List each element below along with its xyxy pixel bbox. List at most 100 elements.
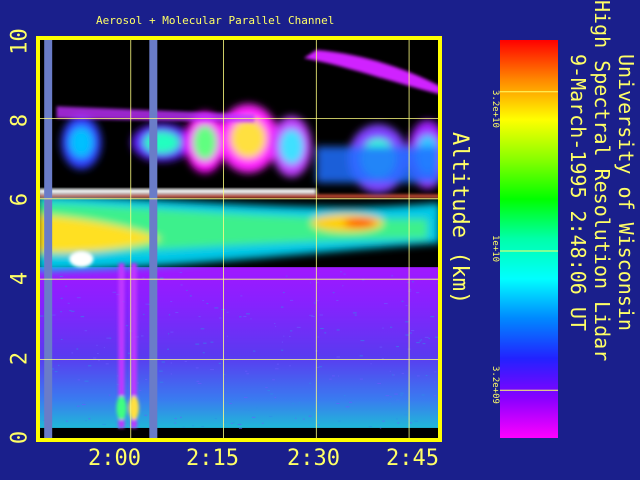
speckle (339, 271, 343, 273)
speckle (206, 303, 209, 305)
colorbar-tick-high: 3.2e+10 (490, 90, 500, 128)
speckle (246, 313, 250, 315)
speckle (189, 295, 192, 297)
speckle (238, 427, 243, 429)
speckle (298, 402, 301, 404)
speckle (84, 330, 87, 332)
speckle (180, 284, 183, 286)
speckle (196, 380, 200, 382)
speckle (392, 374, 394, 376)
speckle (116, 375, 119, 377)
speckle (214, 418, 217, 420)
y-tick-label-0: 0 (7, 430, 33, 445)
speckle (319, 314, 324, 316)
speckle (109, 337, 112, 339)
speckle (214, 307, 219, 309)
speckle (250, 318, 252, 320)
speckle (275, 368, 279, 370)
data-gap-bar (44, 38, 53, 440)
speckle (103, 347, 105, 349)
speckle (112, 291, 117, 293)
speckle (54, 371, 58, 373)
speckle (237, 423, 242, 425)
speckle (77, 379, 80, 381)
speckle (396, 399, 400, 401)
speckle (71, 310, 75, 312)
speckle (420, 339, 422, 341)
x-tick-label-2-15: 2:15 (186, 446, 239, 471)
speckle (433, 395, 437, 397)
speckle (320, 327, 324, 329)
cloud-sheet-right (316, 146, 440, 183)
speckle (370, 363, 372, 365)
speckle (203, 342, 207, 344)
speckle (377, 382, 382, 384)
x-tick-label-2-45: 2:45 (386, 446, 439, 471)
speckle (186, 289, 188, 291)
speckle (275, 325, 277, 327)
y-tick-label-4: 4 (7, 271, 33, 286)
cloud-blob-core (279, 128, 304, 165)
speckle (316, 367, 320, 369)
speckle (411, 330, 415, 332)
speckle (195, 343, 200, 345)
speckle (84, 380, 89, 382)
y-tick-label-10: 10 (7, 28, 33, 55)
speckle (60, 311, 62, 313)
speckle (108, 405, 112, 407)
speckle (368, 426, 373, 428)
speckle (76, 297, 81, 299)
speckle (269, 415, 273, 417)
speckle (405, 305, 408, 307)
speckle (289, 335, 291, 337)
speckle (430, 316, 435, 318)
speckle (283, 335, 285, 337)
speckle (65, 285, 67, 287)
speckle (174, 418, 177, 420)
speckle (324, 332, 327, 334)
speckle (76, 405, 80, 407)
y-tick-label-6: 6 (7, 192, 33, 207)
plume-base (128, 395, 139, 420)
speckle (243, 316, 247, 318)
speckle (424, 336, 429, 338)
speckle (210, 341, 214, 343)
speckle (145, 379, 148, 381)
speckle (428, 337, 430, 339)
speckle (239, 316, 242, 318)
speckle (295, 417, 297, 419)
speckle (210, 369, 215, 371)
speckle (291, 402, 295, 404)
speckle (243, 409, 248, 411)
speckle (168, 333, 170, 335)
speckle (80, 316, 85, 318)
institution-label: University of Wisconsin (614, 54, 638, 331)
speckle (158, 370, 163, 372)
speckle (145, 303, 150, 305)
speckle (142, 277, 145, 279)
speckle (342, 285, 344, 287)
speckle (267, 390, 271, 392)
speckle (232, 422, 235, 424)
speckle (405, 321, 409, 323)
date-time-label: 9-March-1995 2:48:06 UT (566, 54, 590, 331)
speckle (317, 336, 320, 338)
speckle (159, 277, 164, 279)
speckle (52, 314, 56, 316)
speckle (311, 316, 315, 318)
speckle (170, 362, 172, 364)
speckle (85, 420, 87, 422)
speckle (265, 387, 268, 389)
speckle (407, 281, 409, 283)
speckle (382, 327, 384, 329)
speckle (230, 422, 233, 424)
speckle (422, 343, 426, 345)
speckle (76, 348, 79, 350)
cloud-top-orange (38, 194, 440, 198)
y-tick-label-8: 8 (7, 113, 33, 128)
speckle (362, 279, 365, 281)
speckle (405, 334, 410, 336)
speckle (390, 396, 392, 398)
speckle (253, 350, 256, 352)
y-axis-label: Altitude (km) (447, 132, 472, 305)
